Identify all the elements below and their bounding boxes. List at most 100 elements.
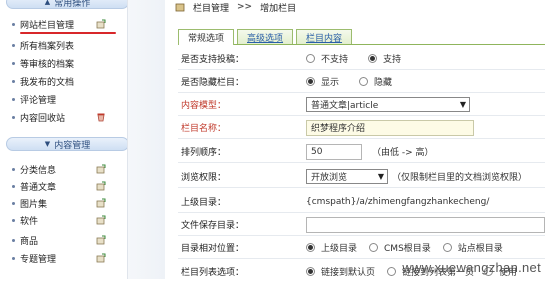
bullet-icon — [12, 218, 15, 222]
sidebar-item-label: 我发布的文档 — [20, 77, 75, 88]
tab-general[interactable]: 常规选项 — [178, 29, 235, 45]
browse-perm-label: 浏览权限： — [181, 173, 227, 183]
radio-hide[interactable]: 隐藏 — [359, 75, 392, 88]
add-icon[interactable] — [96, 215, 106, 225]
sidebar: ▲ 常用操作 网站栏目管理 所有档案列表 等审核的档案 我发布的文档 评论管理 … — [0, 0, 129, 279]
save-dir-input[interactable] — [305, 216, 545, 233]
bullet-icon — [12, 167, 15, 171]
bullet-icon — [12, 43, 15, 47]
row-column-name: 栏目名称： 织梦程序介绍 — [178, 117, 545, 139]
bullet-icon — [12, 184, 15, 188]
group-header-common[interactable]: ▲ 常用操作 — [6, 0, 129, 9]
radio-circle[interactable] — [306, 243, 315, 252]
row-sort-order: 排列顺序： 50 （由低 -> 高） — [178, 141, 545, 163]
sidebar-item-label: 图片集 — [20, 199, 48, 210]
recycle-icon[interactable] — [96, 112, 106, 122]
dropdown-arrow-icon[interactable]: ▼ — [378, 172, 384, 181]
radio-circle[interactable] — [306, 266, 315, 276]
tab-bar: 常规选项 高级选项 栏目内容 — [178, 29, 545, 45]
radio-link-default[interactable]: 链接到默认页 — [306, 265, 375, 278]
radio-cms-root[interactable]: CMS根目录 — [369, 241, 431, 254]
sort-order-label: 排列顺序： — [181, 148, 227, 158]
tab-column-content[interactable]: 栏目内容 — [296, 29, 353, 44]
relative-pos-label: 目录相对位置： — [181, 244, 245, 254]
sidebar-item-pending-archives[interactable]: 等审核的档案 — [0, 55, 127, 71]
sidebar-item-label: 网站栏目管理 — [20, 20, 75, 31]
breadcrumb-column-manage[interactable]: 栏目管理 — [193, 1, 229, 14]
bullet-icon — [12, 22, 15, 26]
sidebar-item-label: 所有档案列表 — [20, 41, 75, 52]
bullet-icon — [12, 61, 15, 65]
dropdown-arrow-icon[interactable]: ▼ — [460, 100, 466, 109]
sidebar-item-label: 商品 — [20, 236, 39, 247]
sidebar-item-label: 普通文章 — [20, 182, 57, 193]
row-parent-dir: 上级目录： {cmspath}/a/zhimengfangzhankecheng… — [178, 191, 545, 213]
radio-circle[interactable] — [442, 243, 452, 252]
breadcrumb-add-column: 增加栏目 — [260, 3, 297, 14]
active-underline — [20, 32, 116, 34]
select-value: 普通文章|article — [311, 101, 379, 111]
sidebar-item-articles[interactable]: 普通文章 — [0, 178, 127, 194]
column-name-input[interactable]: 织梦程序介绍 — [306, 119, 474, 136]
add-icon[interactable] — [96, 19, 106, 29]
group-title: 内容管理 — [54, 140, 91, 151]
content-model-select[interactable]: 普通文章|article ▼ — [306, 97, 470, 112]
radio-label: CMS根目录 — [384, 244, 431, 254]
radio-circle[interactable] — [306, 54, 315, 63]
sidebar-item-label: 专题管理 — [20, 254, 57, 265]
radio-parent-dir[interactable]: 上级目录 — [306, 241, 357, 254]
row-relative-position: 目录相对位置： 上级目录 CMS根目录 站点根目录 — [178, 237, 545, 259]
sidebar-item-topics[interactable]: 专题管理 — [0, 250, 127, 266]
breadcrumb: 栏目管理 >> 增加栏目 — [175, 0, 296, 14]
add-icon[interactable] — [96, 235, 106, 245]
bullet-icon — [12, 201, 15, 205]
select-value: 开放浏览 — [311, 173, 348, 183]
bullet-icon — [12, 79, 15, 83]
sidebar-item-label: 评论管理 — [20, 95, 57, 106]
tab-advanced[interactable]: 高级选项 — [237, 29, 294, 44]
group-title: 常用操作 — [54, 0, 91, 9]
bullet-icon — [12, 97, 15, 101]
radio-show[interactable]: 显示 — [306, 75, 339, 88]
allow-post-label: 是否支持投稿： — [181, 55, 245, 65]
add-icon[interactable] — [96, 198, 106, 208]
parent-dir-value: {cmspath}/a/zhimengfangzhankecheng/ — [306, 196, 490, 207]
radio-site-root[interactable]: 站点根目录 — [442, 241, 503, 254]
sidebar-item-label: 分类信息 — [20, 165, 57, 176]
radio-circle[interactable] — [387, 266, 397, 276]
list-opt-label: 栏目列表选项： — [181, 267, 245, 278]
row-allow-post: 是否支持投稿： 不支持 支持 — [178, 48, 545, 70]
browse-perm-select[interactable]: 开放浏览 ▼ — [306, 169, 388, 184]
sidebar-item-software[interactable]: 软件 — [0, 212, 127, 228]
sidebar-item-photo-sets[interactable]: 图片集 — [0, 195, 127, 211]
browse-perm-hint: （仅限制栏目里的文档浏览权限） — [392, 173, 528, 183]
radio-label: 支持 — [383, 55, 402, 65]
sidebar-item-all-archives[interactable]: 所有档案列表 — [0, 37, 127, 53]
parent-dir-label: 上级目录： — [181, 198, 227, 208]
radio-circle[interactable] — [306, 77, 315, 86]
sidebar-item-comments[interactable]: 评论管理 — [0, 91, 127, 107]
sidebar-item-classifieds[interactable]: 分类信息 — [0, 161, 127, 177]
radio-circle[interactable] — [359, 77, 369, 86]
sidebar-item-products[interactable]: 商品 — [0, 232, 127, 248]
collapse-arrow-icon: ▼ — [44, 140, 51, 148]
radio-circle[interactable] — [369, 243, 379, 252]
radio-support[interactable]: 支持 — [368, 52, 401, 65]
sidebar-item-column-manage[interactable]: 网站栏目管理 — [0, 16, 127, 32]
radio-label: 显示 — [321, 78, 340, 88]
main-panel: 栏目管理 >> 增加栏目 常规选项 高级选项 栏目内容 是否支持投稿： 不支持 … — [165, 0, 545, 279]
group-header-content[interactable]: ▼ 内容管理 — [6, 137, 129, 151]
add-icon[interactable] — [96, 164, 106, 174]
radio-not-support[interactable]: 不支持 — [306, 52, 348, 65]
radio-label: 站点根目录 — [457, 244, 503, 254]
sidebar-item-recycle-bin[interactable]: 内容回收站 — [0, 109, 127, 125]
radio-label: 隐藏 — [374, 78, 393, 88]
add-icon[interactable] — [96, 253, 106, 263]
breadcrumb-separator: >> — [237, 2, 253, 12]
sidebar-item-label: 软件 — [20, 216, 39, 227]
radio-circle[interactable] — [368, 54, 378, 63]
sort-order-input[interactable]: 50 — [306, 143, 362, 160]
content-model-label: 内容模型： — [181, 101, 227, 111]
add-icon[interactable] — [96, 181, 106, 191]
sidebar-item-my-documents[interactable]: 我发布的文档 — [0, 73, 127, 89]
